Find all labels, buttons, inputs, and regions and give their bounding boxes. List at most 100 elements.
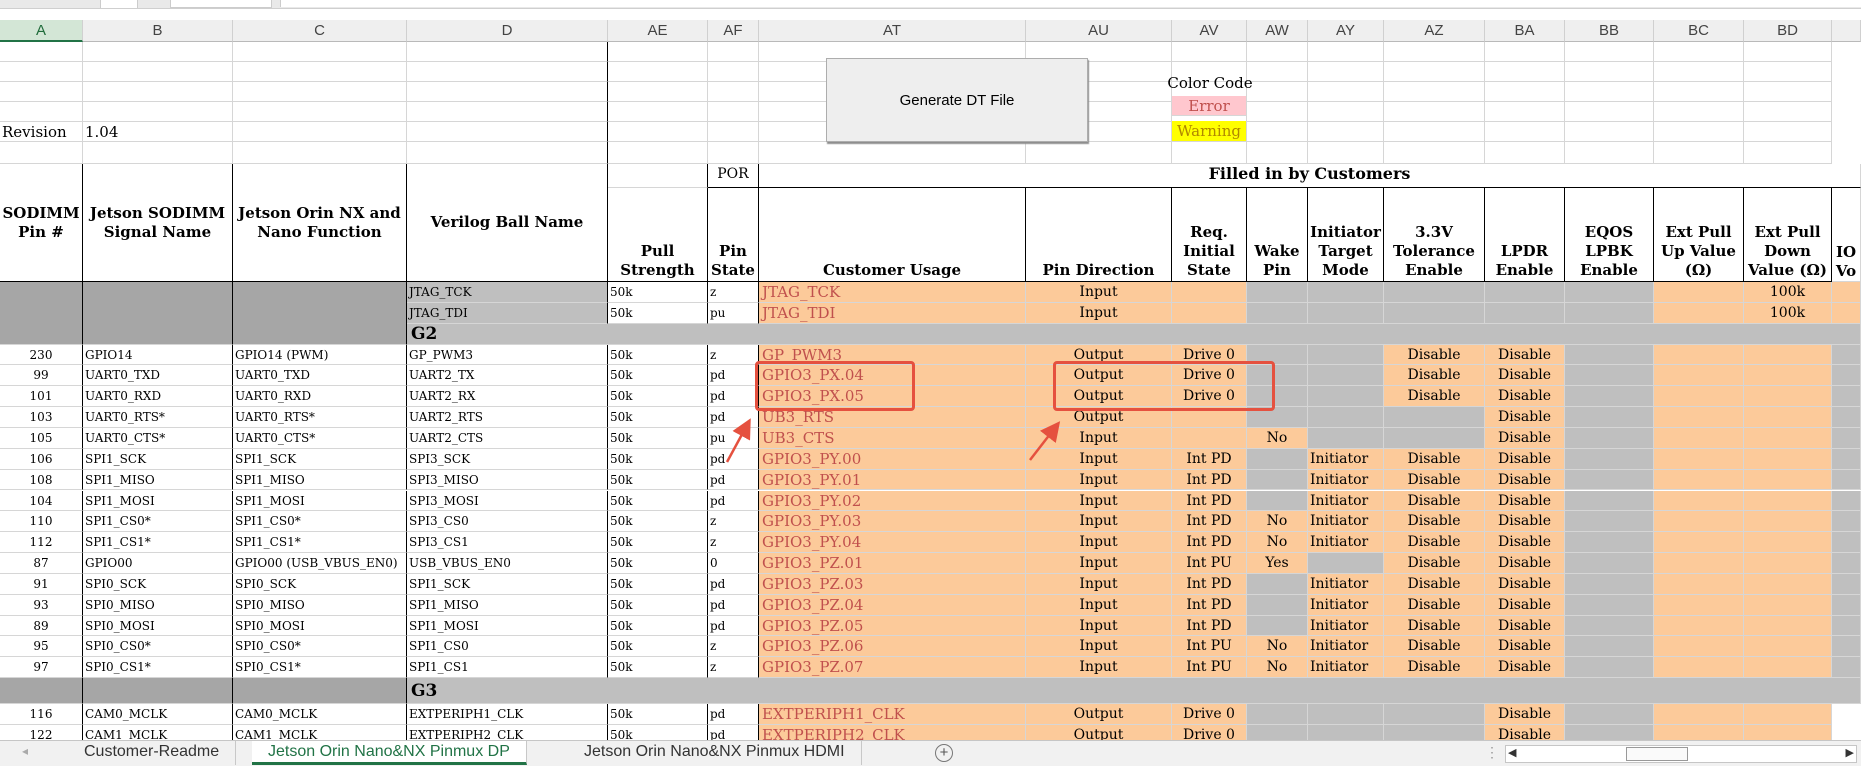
cell-blank[interactable] (708, 142, 759, 164)
cell-blank[interactable] (608, 62, 708, 82)
table-row-9-cell-ae[interactable]: 50k (608, 511, 708, 533)
table-row-1-cell-c[interactable]: GPIO14 (PWM) (233, 344, 407, 366)
table-row-10-cell-ba[interactable]: Disable (1485, 532, 1565, 554)
table-row-3-cell-af[interactable]: pd (708, 386, 759, 408)
table-row-2-cell-ba[interactable]: Disable (1485, 365, 1565, 387)
table-row-5-cell-aw[interactable]: No (1247, 427, 1308, 449)
table-row-16-cell-d[interactable]: SPI1_CS1 (407, 657, 608, 679)
table-row-7-cell-ae[interactable]: 50k (608, 469, 708, 491)
table-row-15-cell-aw[interactable]: No (1247, 636, 1308, 658)
table-row-3-cell-ay[interactable] (1308, 386, 1384, 408)
table-row-11-cell-a[interactable]: 87 (0, 553, 83, 574)
cell-blank[interactable] (0, 82, 83, 102)
cell-blank[interactable] (0, 42, 83, 62)
table-row-10-cell-at[interactable]: GPIO3_PY.04 (759, 532, 1026, 554)
table-row-12-cell-aw[interactable] (1247, 573, 1308, 595)
table-row-3-cell-bb[interactable] (1565, 386, 1654, 408)
table-row-12-cell-av[interactable]: Int PD (1172, 573, 1247, 595)
table-row-10-cell-az[interactable]: Disable (1384, 532, 1485, 554)
table-row-10-cell-bd[interactable] (1744, 532, 1832, 554)
table-row-4-cell-b[interactable]: UART0_RTS* (83, 407, 233, 428)
table-row-13-cell-c[interactable]: SPI0_MISO (233, 594, 407, 616)
column-header-b[interactable]: B (83, 20, 233, 42)
table-row-8-cell-ba[interactable]: Disable (1485, 490, 1565, 512)
table-row-5-cell-bc[interactable] (1654, 427, 1744, 449)
table-row-13-cell-aw[interactable] (1247, 594, 1308, 616)
table-row-3-cell-b[interactable]: UART0_RXD (83, 386, 233, 408)
tab-pinmux-hdmi[interactable]: Jetson Orin Nano&NX Pinmux HDMI (568, 741, 862, 765)
table-row-14-cell-aw[interactable] (1247, 615, 1308, 637)
table-row-7-cell-aw[interactable] (1247, 469, 1308, 491)
table-row-9-cell-ba[interactable]: Disable (1485, 511, 1565, 533)
table-row-12-cell-bd[interactable] (1744, 573, 1832, 595)
table-row-6-cell-ae[interactable]: 50k (608, 448, 708, 470)
table-row-8-cell-c[interactable]: SPI1_MOSI (233, 490, 407, 512)
table-row-16-cell-ay[interactable]: Initiator (1308, 657, 1384, 679)
cell-blank[interactable] (1565, 142, 1654, 164)
table-row-5-cell-a[interactable]: 105 (0, 427, 83, 449)
table-row-9-cell-aw[interactable]: No (1247, 511, 1308, 533)
table-row-9-cell-bd[interactable] (1744, 511, 1832, 533)
column-header-d[interactable]: D (407, 20, 608, 42)
cell-blank[interactable] (1485, 42, 1565, 62)
table-row-10-cell-bb[interactable] (1565, 532, 1654, 554)
cell-blank[interactable] (1172, 42, 1247, 62)
table-row-3-cell-a[interactable]: 101 (0, 386, 83, 408)
table-row-16-cell-ae[interactable]: 50k (608, 657, 708, 679)
cell-blank[interactable] (1384, 62, 1485, 82)
table-row-2-cell-a[interactable]: 99 (0, 365, 83, 387)
cell-blank[interactable] (608, 142, 708, 164)
table-row-7-cell-c[interactable]: SPI1_MISO (233, 469, 407, 491)
column-header-bd[interactable]: BD (1744, 20, 1832, 42)
cell-blank[interactable] (1744, 122, 1832, 142)
cell-blank[interactable] (1654, 102, 1744, 122)
cell-blank[interactable] (1485, 142, 1565, 164)
cell-blank[interactable] (1247, 122, 1308, 142)
table-row-14-cell-af[interactable]: pd (708, 615, 759, 637)
g3-row-1-cell-bb[interactable] (1565, 704, 1654, 726)
table-row-2-cell-bd[interactable] (1744, 365, 1832, 387)
table-row-8-cell-at[interactable]: GPIO3_PY.02 (759, 490, 1026, 512)
table-row-15-cell-a[interactable]: 95 (0, 636, 83, 658)
table-row-11-cell-at[interactable]: GPIO3_PZ.01 (759, 553, 1026, 574)
table-row-12-cell-at[interactable]: GPIO3_PZ.03 (759, 573, 1026, 595)
cell-blank[interactable] (233, 102, 407, 122)
table-row-8-cell-bc[interactable] (1654, 490, 1744, 512)
cell-blank[interactable] (233, 82, 407, 102)
table-row-9-cell-a[interactable]: 110 (0, 511, 83, 533)
table-row-10-cell-aw[interactable]: No (1247, 532, 1308, 554)
table-row-2-cell-ay[interactable] (1308, 365, 1384, 387)
table-row-4-cell-ay[interactable] (1308, 407, 1384, 428)
table-row-7-cell-bc[interactable] (1654, 469, 1744, 491)
jtag-cell-bd[interactable]: 100k (1744, 282, 1832, 303)
table-row-16-cell-at[interactable]: GPIO3_PZ.07 (759, 657, 1026, 679)
cell-blank[interactable] (1308, 102, 1384, 122)
jtag-cell-b[interactable] (83, 282, 233, 303)
table-row-4-cell-bc[interactable] (1654, 407, 1744, 428)
g3-row-1-cell-ba[interactable]: Disable (1485, 704, 1565, 726)
g3-row-1-cell-au[interactable]: Output (1026, 704, 1172, 726)
column-header-af[interactable]: AF (708, 20, 759, 42)
table-row-3-cell-ae[interactable]: 50k (608, 386, 708, 408)
cell-blank[interactable] (0, 102, 83, 122)
table-row-7-cell-az[interactable]: Disable (1384, 469, 1485, 491)
table-row-10-cell-au[interactable]: Input (1026, 532, 1172, 554)
cell-blank[interactable] (407, 62, 608, 82)
cell-blank[interactable] (1565, 62, 1654, 82)
cell-blank[interactable] (1308, 42, 1384, 62)
table-row-11-cell-av[interactable]: Int PU (1172, 553, 1247, 574)
table-row-12-cell-au[interactable]: Input (1026, 573, 1172, 595)
add-sheet-icon[interactable]: + (935, 744, 953, 762)
table-row-be[interactable] (1832, 657, 1861, 679)
jtag-cell-b[interactable] (83, 302, 233, 324)
table-row-1-cell-bd[interactable] (1744, 344, 1832, 366)
table-row-3-cell-ba[interactable]: Disable (1485, 386, 1565, 408)
table-row-be[interactable] (1832, 448, 1861, 470)
table-row-4-cell-a[interactable]: 103 (0, 407, 83, 428)
table-row-1-cell-az[interactable]: Disable (1384, 344, 1485, 366)
table-row-4-cell-bb[interactable] (1565, 407, 1654, 428)
table-row-12-cell-c[interactable]: SPI0_SCK (233, 573, 407, 595)
jtag-cell-av[interactable] (1172, 282, 1247, 303)
table-row-9-cell-az[interactable]: Disable (1384, 511, 1485, 533)
table-row-13-cell-az[interactable]: Disable (1384, 594, 1485, 616)
